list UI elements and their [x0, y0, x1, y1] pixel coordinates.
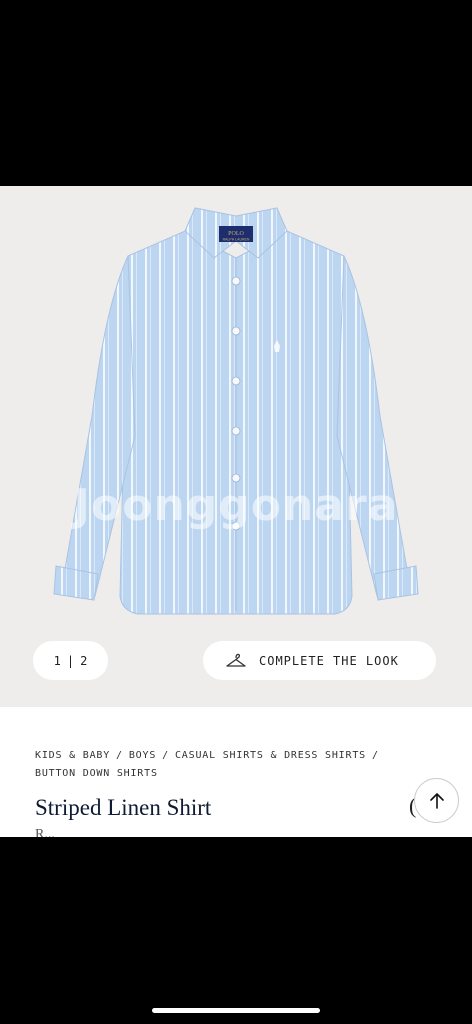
- breadcrumb-separator: /: [162, 750, 169, 761]
- breadcrumb-button-down-shirts[interactable]: BUTTON DOWN SHIRTS: [35, 768, 158, 779]
- product-image-gallery[interactable]: POLO RALPH LAUREN Joonggonara: [0, 186, 472, 707]
- arrow-up-icon: [429, 792, 444, 809]
- label-brand: POLO: [228, 231, 244, 237]
- scroll-to-top-button[interactable]: [414, 778, 459, 823]
- product-price: R...: [35, 827, 55, 837]
- product-title: Striped Linen Shirt: [35, 795, 212, 820]
- bottom-black-bar: [0, 837, 472, 1024]
- top-black-bar: [0, 0, 472, 186]
- label-sub: RALPH LAUREN: [223, 238, 250, 242]
- breadcrumb: KIDS & BABY / BOYS / CASUAL SHIRTS & DRESS S…: [35, 747, 435, 783]
- breadcrumb-kids-baby[interactable]: KIDS & BABY: [35, 750, 110, 761]
- pager-current: 1: [53, 653, 61, 668]
- hanger-icon: [226, 653, 246, 667]
- breadcrumb-casual-shirts[interactable]: CASUAL SHIRTS & DRESS SHIRTS: [175, 750, 366, 761]
- complete-the-look-button[interactable]: COMPLETE THE LOOK: [203, 641, 436, 680]
- complete-the-look-label: COMPLETE THE LOOK: [259, 653, 399, 668]
- home-indicator[interactable]: [152, 1008, 320, 1013]
- breadcrumb-separator: /: [371, 750, 379, 761]
- breadcrumb-separator: /: [116, 750, 123, 761]
- pager-separator: |: [66, 653, 75, 668]
- product-info: KIDS & BABY / BOYS / CASUAL SHIRTS & DRESS S…: [0, 707, 472, 837]
- product-image-shirt: POLO RALPH LAUREN: [53, 207, 419, 615]
- watermark-text: Joonggonara: [73, 480, 399, 531]
- breadcrumb-boys[interactable]: BOYS: [129, 750, 156, 761]
- pager-total: 2: [80, 653, 88, 668]
- image-pager[interactable]: 1 | 2: [33, 641, 108, 680]
